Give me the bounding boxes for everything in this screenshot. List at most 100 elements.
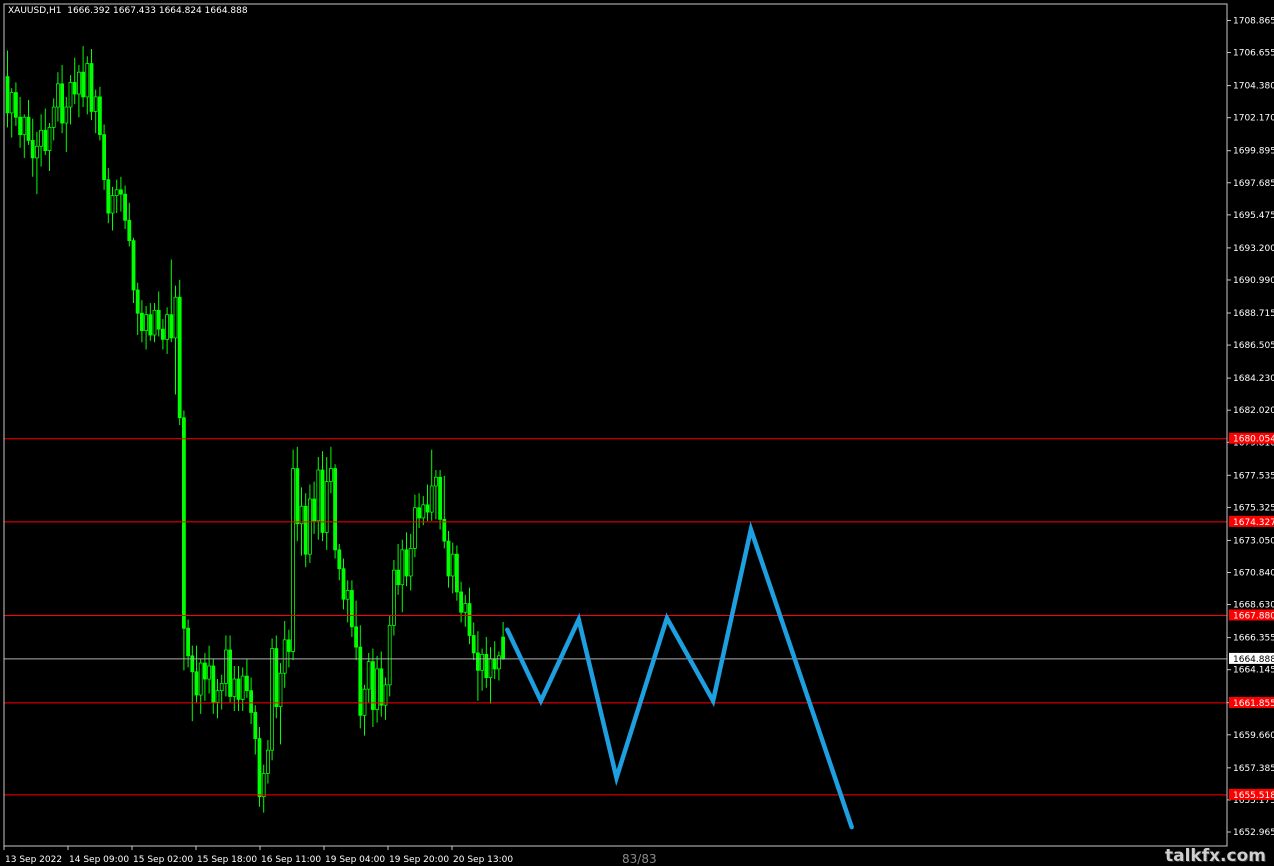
candle-body bbox=[135, 289, 140, 314]
candle bbox=[232, 665, 237, 711]
candle-body bbox=[446, 540, 451, 577]
candle-body bbox=[186, 627, 191, 657]
candle bbox=[202, 652, 207, 701]
candle-body bbox=[282, 639, 287, 674]
candle bbox=[110, 186, 115, 231]
candle-body bbox=[270, 648, 275, 751]
candle bbox=[379, 651, 384, 717]
candle bbox=[253, 705, 258, 755]
candle bbox=[9, 88, 14, 138]
candle-body bbox=[22, 116, 27, 136]
candle-body bbox=[265, 749, 270, 774]
candle-body bbox=[110, 195, 115, 214]
candle-body bbox=[47, 126, 52, 152]
candle-body bbox=[244, 675, 249, 692]
candle bbox=[278, 663, 283, 745]
candle-body bbox=[333, 468, 338, 551]
candle bbox=[270, 638, 275, 761]
price-tick-label: 1652.965 bbox=[1233, 828, 1274, 838]
candle bbox=[249, 677, 254, 725]
candle-body bbox=[475, 652, 480, 671]
candle-body bbox=[278, 672, 283, 708]
candle bbox=[198, 658, 203, 714]
candle-body bbox=[312, 498, 317, 522]
candle-body bbox=[13, 92, 18, 118]
candle bbox=[114, 179, 119, 214]
candle bbox=[354, 600, 359, 661]
candle bbox=[471, 622, 476, 661]
candle bbox=[391, 560, 396, 636]
candle-body bbox=[484, 653, 489, 679]
candle bbox=[148, 303, 153, 341]
candle bbox=[127, 202, 132, 247]
candle bbox=[496, 651, 501, 681]
price-tick-label: 1657.385 bbox=[1233, 764, 1274, 774]
candle bbox=[446, 530, 451, 588]
candle bbox=[417, 493, 422, 529]
candle bbox=[240, 667, 245, 711]
candle bbox=[261, 764, 266, 813]
plot-frame bbox=[3, 3, 1228, 847]
price-tick-label: 1670.840 bbox=[1233, 568, 1274, 578]
candle-body bbox=[480, 653, 485, 671]
price-tick-label: 1702.170 bbox=[1233, 114, 1274, 124]
candle-body bbox=[433, 476, 438, 487]
candle bbox=[345, 580, 350, 623]
level-label: 1680.054 bbox=[1233, 435, 1274, 445]
candle bbox=[236, 665, 241, 711]
candle bbox=[26, 99, 31, 145]
candlestick-chart[interactable]: 1708.865 1706.655 1704.380 1702.170 1699.895… bbox=[0, 0, 1274, 866]
candle bbox=[123, 185, 127, 230]
candle-body bbox=[299, 505, 304, 525]
price-axis: 1708.865 1706.655 1704.380 1702.170 1699.895… bbox=[1227, 16, 1274, 838]
candle-body bbox=[68, 81, 73, 108]
candle-body bbox=[5, 76, 10, 114]
candle-body bbox=[471, 635, 476, 654]
candle bbox=[85, 56, 90, 115]
level-label: 1667.880 bbox=[1233, 611, 1274, 621]
candle bbox=[89, 49, 94, 121]
candle bbox=[459, 581, 464, 623]
candle-body bbox=[438, 476, 443, 520]
candle bbox=[324, 456, 329, 550]
candle bbox=[295, 446, 300, 542]
candle-body bbox=[165, 314, 170, 340]
candle bbox=[265, 740, 270, 784]
candle-body bbox=[35, 145, 39, 159]
candle-body bbox=[119, 189, 123, 195]
price-tick-label: 1675.325 bbox=[1233, 503, 1274, 513]
time-tick-label: 19 Sep 04:00 bbox=[325, 855, 385, 865]
candle-body bbox=[320, 469, 325, 533]
candle-body bbox=[190, 655, 195, 673]
candle bbox=[320, 451, 325, 542]
levels-group bbox=[4, 438, 1227, 796]
candle bbox=[51, 98, 56, 141]
price-tick-label: 1697.685 bbox=[1233, 179, 1274, 189]
candle-body bbox=[123, 193, 127, 221]
candle-body bbox=[337, 549, 342, 570]
candle bbox=[387, 615, 392, 697]
candle bbox=[152, 303, 157, 343]
candle bbox=[106, 168, 111, 224]
candle-body bbox=[207, 665, 212, 680]
candle-body bbox=[72, 81, 77, 95]
candle-body bbox=[370, 661, 375, 710]
candle bbox=[400, 539, 405, 613]
price-tick-label: 1666.355 bbox=[1233, 634, 1274, 644]
candle bbox=[312, 481, 317, 534]
candle bbox=[450, 542, 455, 594]
candle bbox=[404, 532, 409, 587]
candle-body bbox=[98, 96, 102, 136]
candle bbox=[43, 108, 48, 155]
candle bbox=[492, 641, 497, 680]
price-tick-label: 1664.145 bbox=[1233, 666, 1274, 676]
candle bbox=[274, 635, 279, 719]
candle-body bbox=[131, 240, 136, 291]
level-label: 1655.518 bbox=[1233, 791, 1274, 801]
candle bbox=[156, 291, 161, 337]
candle bbox=[454, 545, 459, 601]
candle-body bbox=[366, 661, 371, 690]
candle bbox=[244, 658, 249, 698]
candle-body bbox=[240, 675, 245, 700]
candle-body bbox=[303, 505, 308, 555]
